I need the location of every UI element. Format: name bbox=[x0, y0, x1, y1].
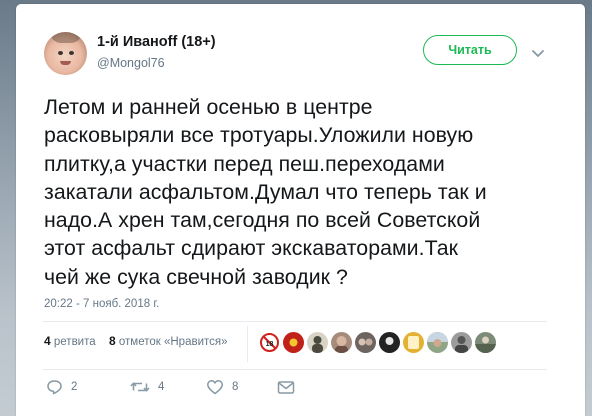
heart-icon bbox=[207, 380, 223, 395]
red-emblem-avatar[interactable] bbox=[283, 332, 304, 353]
svg-text:18: 18 bbox=[266, 341, 274, 348]
likes-stat-count: 8 bbox=[109, 334, 116, 348]
chevron-down-icon[interactable] bbox=[531, 45, 545, 57]
person-avatar[interactable] bbox=[331, 332, 352, 353]
retweet-count: 4 bbox=[158, 381, 165, 393]
group-avatar[interactable] bbox=[355, 332, 376, 353]
tweet-text-line: расковыряли все тротуары.Уложили новую bbox=[44, 123, 474, 148]
like-count: 8 bbox=[232, 381, 239, 393]
retweets-stat[interactable]: 4 ретвита bbox=[44, 334, 96, 348]
landscape-avatar[interactable] bbox=[427, 332, 448, 353]
portrait-avatar[interactable] bbox=[451, 332, 472, 353]
tweet-timestamp[interactable]: 20:22 - 7 нояб. 2018 г. bbox=[44, 298, 159, 310]
tweet-text-line: плитку,а участки перед пеш.переходами bbox=[44, 151, 445, 176]
tweet-text-line: надо.А хрен там,сегодня по всей Советско… bbox=[44, 208, 481, 233]
yellow-avatar[interactable] bbox=[403, 332, 424, 353]
author-avatar[interactable] bbox=[44, 32, 87, 75]
tweet-text-line: чей же сука свечной заводик ? bbox=[44, 264, 348, 289]
envelope-icon bbox=[277, 380, 295, 394]
author-handle[interactable]: @Mongol76 bbox=[97, 56, 165, 70]
retweets-stat-count: 4 bbox=[44, 334, 51, 348]
retweet-icon bbox=[130, 382, 150, 392]
tweet-text: Летом и ранней осенью в центре расковыря… bbox=[44, 93, 574, 291]
retweets-stat-label: ретвита bbox=[53, 336, 96, 348]
tweet-actions: 2 4 8 bbox=[44, 376, 564, 400]
likes-stat-label: отметок «Нравится» bbox=[118, 336, 228, 348]
divider bbox=[43, 369, 547, 370]
dark-avatar[interactable] bbox=[379, 332, 400, 353]
tweet-text-line: этот асфальт сдирают экскаваторами.Так bbox=[44, 236, 458, 261]
like-button[interactable]: 8 bbox=[206, 376, 238, 398]
tweet-header: 1-й Иванoff (18+) @Mongol76 Читать bbox=[16, 4, 585, 84]
reply-icon bbox=[47, 380, 62, 395]
author-display-name[interactable]: 1-й Иванoff (18+) bbox=[97, 34, 216, 50]
tweet-text-line: закатали асфальтом.Думал что теперь так … bbox=[44, 179, 487, 204]
direct-message-button[interactable] bbox=[277, 376, 295, 398]
reply-count: 2 bbox=[71, 381, 78, 393]
outdoor-avatar[interactable] bbox=[475, 332, 496, 353]
retweet-button[interactable]: 4 bbox=[130, 376, 164, 398]
tweet-card: 1-й Иванoff (18+) @Mongol76 Читать Летом… bbox=[16, 4, 585, 416]
follow-button[interactable]: Читать bbox=[423, 35, 517, 65]
tweet-text-line: Летом и ранней осенью в центре bbox=[44, 95, 373, 119]
reply-button[interactable]: 2 bbox=[46, 376, 77, 398]
stats-separator bbox=[247, 326, 248, 362]
divider bbox=[43, 321, 547, 322]
likes-stat[interactable]: 8 отметок «Нравится» bbox=[109, 334, 228, 348]
dark-figure-avatar[interactable] bbox=[307, 332, 328, 353]
no-entry-18-avatar[interactable]: 18 bbox=[259, 332, 280, 353]
